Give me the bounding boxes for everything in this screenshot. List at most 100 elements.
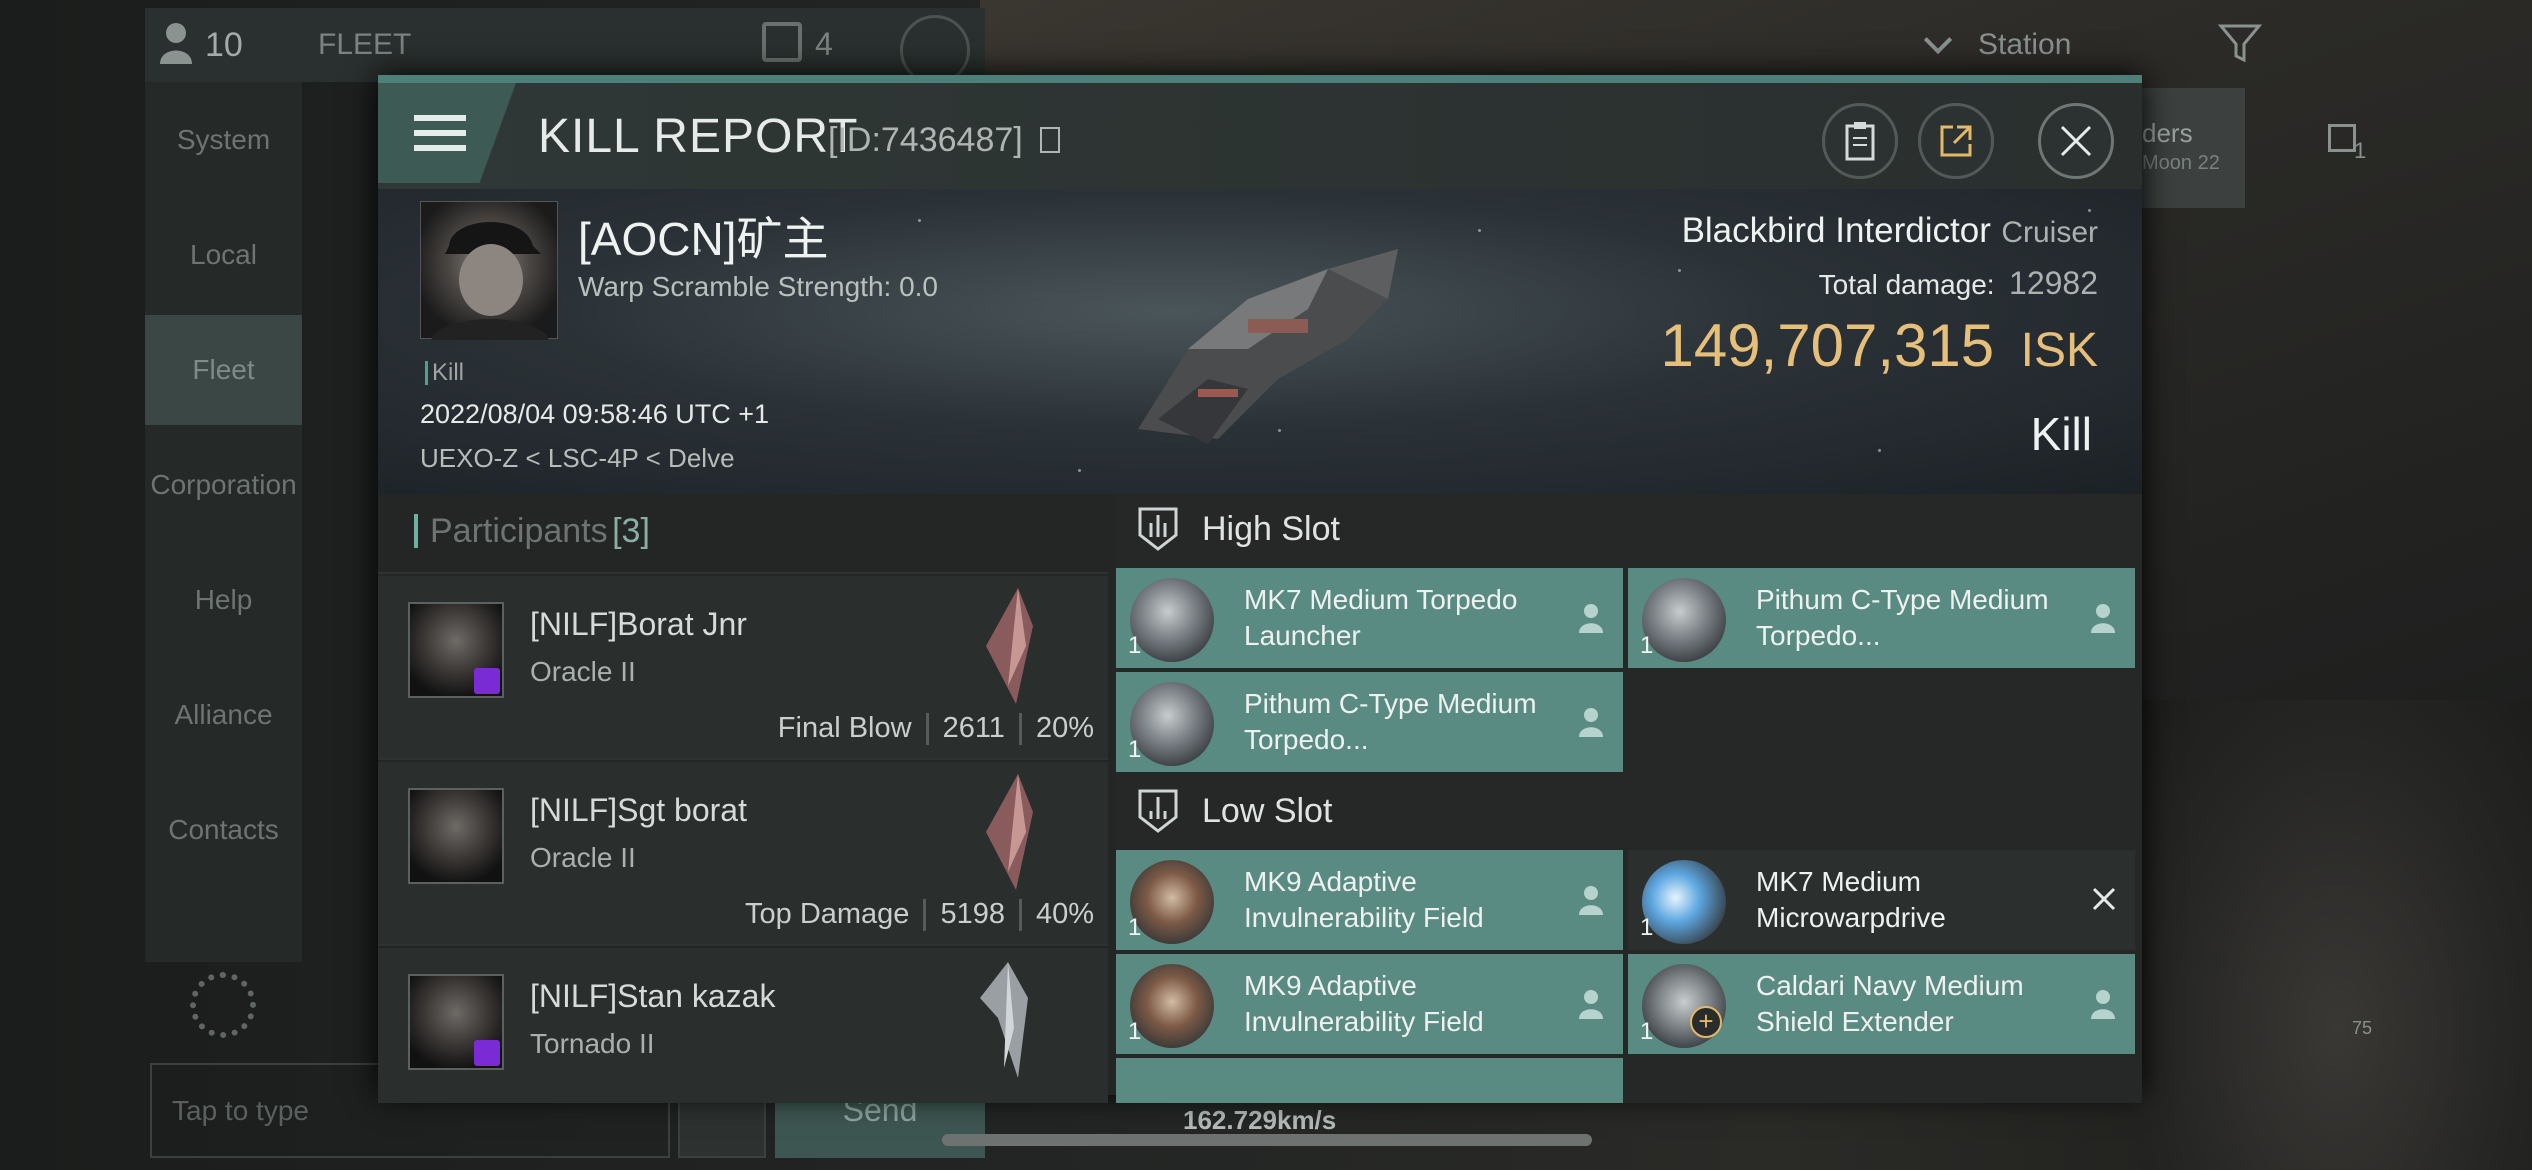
home-indicator	[942, 1134, 1592, 1146]
victim-name[interactable]: [AOCN]矿主	[578, 203, 828, 269]
share-button[interactable]	[1918, 103, 1994, 179]
participants-count: [3]	[612, 512, 650, 550]
fleet-topbar	[145, 8, 985, 82]
microwarpdrive-icon	[1642, 860, 1726, 944]
participant-stats: Top Damage 5198 40%	[745, 898, 1094, 931]
hamburger-icon	[414, 115, 466, 151]
kill-report-header: KILL REPORT [ID:7436487]	[378, 83, 2142, 189]
filter-icon[interactable]	[2217, 22, 2263, 66]
kill-report-modal: KILL REPORT [ID:7436487] [AOCN]矿主 Warp S…	[378, 75, 2142, 1103]
sidebar-item-help[interactable]: Help	[145, 545, 302, 655]
module-card[interactable]: 1 MK9 Adaptive Invulnerability Field	[1116, 850, 1623, 950]
station-label[interactable]: Station	[1978, 28, 2071, 62]
participant-ship: Oracle II	[530, 842, 636, 873]
module-card[interactable]: 1 Pithum C-Type Medium Torpedo...	[1628, 568, 2135, 668]
module-name: MK7 Medium Torpedo Launcher	[1244, 584, 1518, 651]
participant-stats: Final Blow 2611 20%	[778, 712, 1094, 745]
module-rack-bg	[2142, 700, 2532, 1170]
total-damage-label: Total damage:	[1818, 269, 1995, 300]
kill-tag-bar	[425, 361, 428, 385]
oracle-ship-icon	[986, 588, 1033, 704]
window-counter-icon	[2328, 124, 2356, 152]
module-card[interactable]: 1 MK7 Medium Microwarpdrive	[1628, 850, 2135, 950]
module-qty: 1	[1128, 632, 1142, 659]
participant-row[interactable]: [NILF]Sgt borat Oracle II Top Damage 519…	[378, 762, 1108, 946]
low-slot-label: Low Slot	[1202, 791, 1333, 830]
isk-row: 149,707,315 ISK	[1661, 311, 2099, 380]
tornado-ship-icon	[980, 962, 1028, 1078]
module-name: Pithum C-Type Medium Torpedo...	[1244, 688, 1537, 755]
participant-ship: Tornado II	[530, 1028, 655, 1059]
kill-tag: Kill	[432, 359, 465, 386]
high-slot-header: High Slot	[1116, 494, 2142, 564]
fleet-window-icon	[762, 22, 802, 62]
module-rack-number: 75	[2352, 1018, 2373, 1038]
module-qty: 1	[1640, 914, 1654, 941]
module-name: MK7 Medium Microwarpdrive	[1756, 866, 1946, 933]
stat-divider	[1018, 712, 1022, 745]
sidebar-item-contacts[interactable]: Contacts	[145, 775, 302, 885]
module-name: MK9 Adaptive Invulnerability Field	[1244, 866, 1484, 933]
participant-name: [NILF]Borat Jnr	[530, 606, 747, 642]
participant-ship: Oracle II	[530, 656, 636, 687]
participant-row[interactable]: [NILF]Stan kazak Tornado II	[378, 948, 1108, 1103]
settings-gear-icon[interactable]	[190, 972, 256, 1038]
sidebar-item-system[interactable]: System	[145, 85, 302, 195]
clipboard-button[interactable]	[1822, 103, 1898, 179]
sidebar-item-corporation[interactable]: Corporation	[145, 430, 302, 540]
corp-badge-icon	[474, 668, 500, 694]
victim-portrait[interactable]	[420, 201, 558, 340]
invulnerability-field-icon	[1130, 964, 1214, 1048]
module-qty: 1	[1640, 1018, 1654, 1045]
module-name: Caldari Navy Medium Shield Extender	[1756, 970, 2024, 1037]
kill-result: Kill	[2030, 408, 2092, 460]
participant-row[interactable]: [NILF]Borat Jnr Oracle II Final Blow 261…	[378, 576, 1108, 760]
fleet-title: FLEET	[318, 28, 412, 61]
participants-title: Participants [3]	[430, 512, 650, 551]
kill-datetime: 2022/08/04 09:58:46 UTC +1	[420, 399, 770, 429]
invulnerability-field-icon	[1130, 860, 1214, 944]
high-slot-label: High Slot	[1202, 509, 1340, 548]
participant-name: [NILF]Stan kazak	[530, 978, 776, 1014]
stat-percent: 40%	[1035, 898, 1094, 930]
person-icon	[1579, 604, 1603, 633]
stat-damage: 2611	[942, 712, 1005, 744]
kill-location[interactable]: UEXO-Z < LSC-4P < Delve	[420, 443, 735, 474]
close-button[interactable]	[2038, 103, 2114, 179]
ship-name[interactable]: Blackbird Interdictor	[1682, 211, 1991, 250]
participants-header: Participants [3]	[378, 494, 1108, 574]
clipboard-icon	[1845, 122, 1875, 161]
sidebar-item-fleet[interactable]: Fleet	[145, 315, 302, 425]
module-card[interactable]: 1 MK7 Medium Torpedo Launcher	[1116, 568, 1623, 668]
participants-bar	[414, 514, 418, 548]
module-card[interactable]: 1 Pithum C-Type Medium Torpedo...	[1116, 672, 1623, 772]
isk-value: 149,707,315	[1660, 312, 1995, 379]
sidebar-item-alliance[interactable]: Alliance	[145, 660, 302, 770]
close-icon	[2060, 125, 2092, 157]
total-damage-value: 12982	[2009, 265, 2098, 301]
rig-plus-icon: +	[1690, 1006, 1722, 1038]
module-card[interactable]: 1 MK9 Adaptive Invulnerability Field	[1116, 954, 1623, 1054]
copy-id-icon[interactable]	[1040, 127, 1060, 153]
person-icon	[1579, 708, 1603, 737]
menu-button[interactable]	[378, 83, 538, 183]
participants-panel: Participants [3] [NILF]Borat Jnr Oracle …	[378, 494, 1108, 1103]
module-name: Pithum C-Type Medium Torpedo...	[1756, 584, 2049, 651]
person-icon	[2091, 990, 2115, 1019]
window-counter: 1	[2354, 138, 2367, 163]
ship-info: Blackbird Interdictor Cruiser	[1682, 211, 2098, 251]
corp-badge-icon	[474, 1040, 500, 1066]
overview-row-sublabel: Moon 22	[2142, 152, 2220, 174]
stat-percent: 20%	[1035, 712, 1094, 744]
module-card-partial[interactable]	[1116, 1058, 1623, 1103]
fleet-member-icon	[158, 20, 194, 66]
module-name: MK9 Adaptive Invulnerability Field	[1244, 970, 1484, 1037]
torpedo-ammo-icon	[1130, 682, 1214, 766]
module-qty: 1	[1128, 914, 1142, 941]
module-card[interactable]: + 1 Caldari Navy Medium Shield Extender	[1628, 954, 2135, 1054]
warp-scramble: Warp Scramble Strength: 0.0	[578, 271, 939, 302]
person-icon	[2091, 604, 2115, 633]
sidebar-item-local[interactable]: Local	[145, 200, 302, 310]
speed-readout: 162.729km/s	[1183, 1105, 1337, 1135]
share-icon	[1940, 125, 1972, 157]
